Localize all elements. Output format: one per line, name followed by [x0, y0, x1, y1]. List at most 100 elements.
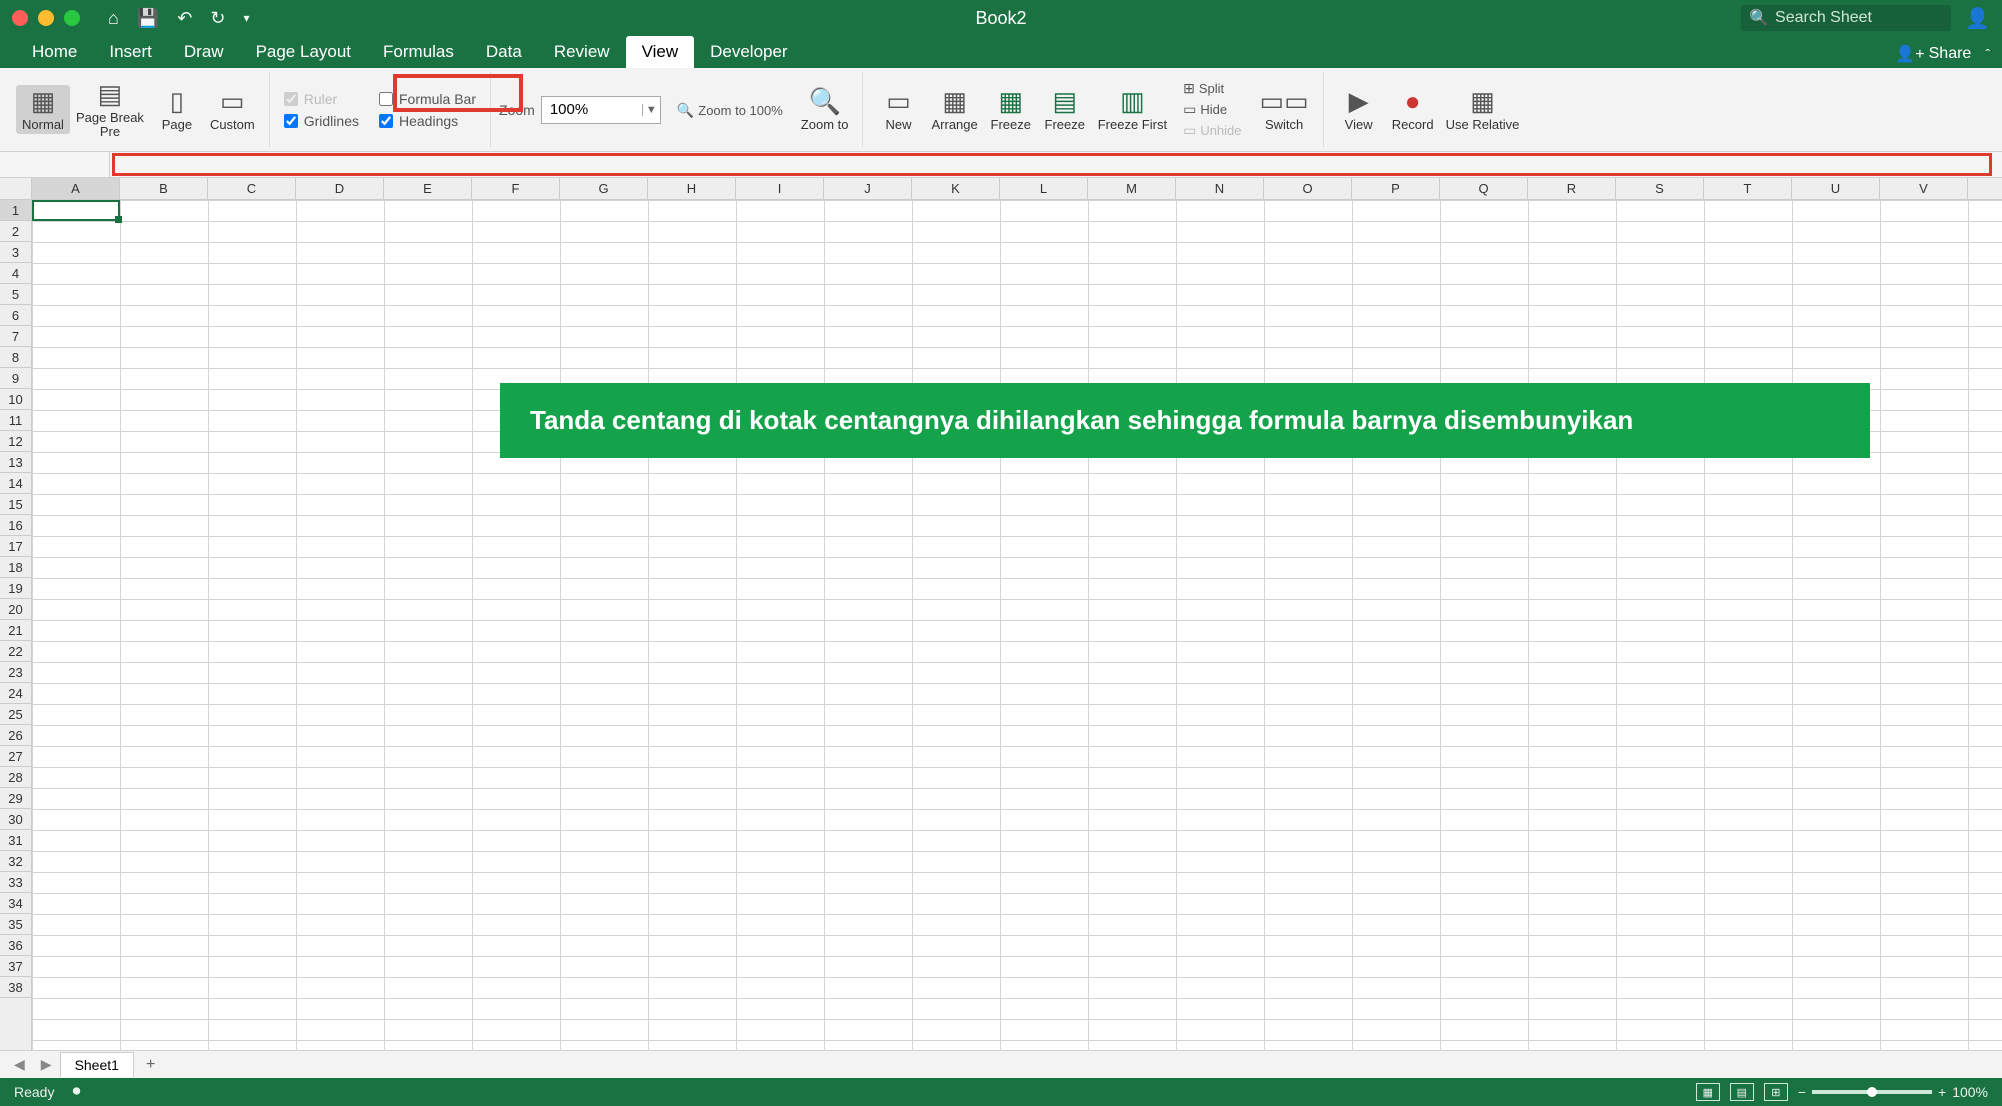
- macro-record-icon[interactable]: ⏺: [72, 1083, 80, 1101]
- col-header[interactable]: U: [1792, 178, 1880, 199]
- row-header[interactable]: 34: [0, 893, 31, 914]
- hide-button[interactable]: ▭Hide: [1179, 100, 1245, 119]
- row-header[interactable]: 1: [0, 200, 31, 221]
- view-page-break-icon[interactable]: ⊞: [1764, 1083, 1788, 1101]
- new-window-button[interactable]: ▭ New: [871, 85, 925, 134]
- gridlines-checkbox[interactable]: Gridlines: [278, 111, 365, 131]
- page-layout-button[interactable]: ▯ Page: [150, 85, 204, 134]
- col-header[interactable]: C: [208, 178, 296, 199]
- zoom-slider[interactable]: [1812, 1090, 1932, 1094]
- save-icon[interactable]: 💾: [137, 8, 159, 29]
- zoom-to-selection-button[interactable]: 🔍 Zoom to: [795, 85, 855, 134]
- row-header[interactable]: 38: [0, 977, 31, 998]
- row-header[interactable]: 17: [0, 536, 31, 557]
- record-macro-button[interactable]: ● Record: [1386, 85, 1440, 134]
- row-header[interactable]: 3: [0, 242, 31, 263]
- zoom-level[interactable]: 100%: [1952, 1084, 1988, 1100]
- select-all-corner[interactable]: [0, 178, 32, 199]
- view-page-layout-icon[interactable]: ▤: [1730, 1083, 1754, 1101]
- arrange-all-button[interactable]: ▦ Arrange: [925, 85, 983, 134]
- row-header[interactable]: 29: [0, 788, 31, 809]
- col-header[interactable]: P: [1352, 178, 1440, 199]
- row-header[interactable]: 32: [0, 851, 31, 872]
- freeze-first-col-button[interactable]: ▥ Freeze First: [1092, 85, 1173, 134]
- sheet-nav-prev[interactable]: ◀: [6, 1056, 33, 1073]
- col-header[interactable]: D: [296, 178, 384, 199]
- zoom-100-button[interactable]: 🔍 Zoom to 100%: [673, 101, 787, 120]
- active-cell[interactable]: [32, 200, 120, 221]
- row-header[interactable]: 14: [0, 473, 31, 494]
- tab-review[interactable]: Review: [538, 36, 626, 68]
- tab-view[interactable]: View: [626, 36, 695, 68]
- maximize-window-button[interactable]: [64, 10, 80, 26]
- row-header[interactable]: 20: [0, 599, 31, 620]
- col-header[interactable]: N: [1176, 178, 1264, 199]
- spreadsheet-grid[interactable]: A B C D E F G H I J K L M N O P Q R S T …: [0, 178, 2002, 1050]
- headings-checkbox[interactable]: Headings: [373, 111, 482, 131]
- col-header[interactable]: V: [1880, 178, 1968, 199]
- row-header[interactable]: 5: [0, 284, 31, 305]
- row-header[interactable]: 7: [0, 326, 31, 347]
- tab-developer[interactable]: Developer: [694, 36, 804, 68]
- switch-windows-button[interactable]: ▭▭ Switch: [1254, 85, 1315, 134]
- row-header[interactable]: 15: [0, 494, 31, 515]
- redo-icon[interactable]: ↻: [210, 8, 225, 29]
- row-header[interactable]: 22: [0, 641, 31, 662]
- cells-area[interactable]: [32, 200, 2002, 1050]
- undo-icon[interactable]: ↶: [177, 8, 192, 29]
- col-header[interactable]: R: [1528, 178, 1616, 199]
- page-break-preview-button[interactable]: ▤ Page Break Pre: [70, 78, 150, 141]
- col-header[interactable]: E: [384, 178, 472, 199]
- row-header[interactable]: 25: [0, 704, 31, 725]
- col-header[interactable]: H: [648, 178, 736, 199]
- col-header[interactable]: G: [560, 178, 648, 199]
- row-header[interactable]: 6: [0, 305, 31, 326]
- zoom-combobox[interactable]: 100% ▼: [541, 96, 661, 124]
- row-header[interactable]: 8: [0, 347, 31, 368]
- row-header[interactable]: 28: [0, 767, 31, 788]
- row-header[interactable]: 18: [0, 557, 31, 578]
- normal-view-button[interactable]: ▦ Normal: [16, 85, 70, 134]
- view-normal-icon[interactable]: ▦: [1696, 1083, 1720, 1101]
- unhide-button[interactable]: ▭Unhide: [1179, 121, 1245, 140]
- chevron-down-icon[interactable]: ▼: [642, 104, 660, 116]
- tab-data[interactable]: Data: [470, 36, 538, 68]
- col-header[interactable]: F: [472, 178, 560, 199]
- row-header[interactable]: 30: [0, 809, 31, 830]
- search-sheet-box[interactable]: 🔍: [1741, 5, 1951, 31]
- row-header[interactable]: 31: [0, 830, 31, 851]
- freeze-top-row-button[interactable]: ▤ Freeze: [1038, 85, 1092, 134]
- row-header[interactable]: 11: [0, 410, 31, 431]
- sheet-tab[interactable]: Sheet1: [60, 1052, 134, 1077]
- row-header[interactable]: 19: [0, 578, 31, 599]
- formula-bar-checkbox[interactable]: Formula Bar: [373, 89, 482, 109]
- col-header[interactable]: J: [824, 178, 912, 199]
- col-header[interactable]: I: [736, 178, 824, 199]
- row-header[interactable]: 36: [0, 935, 31, 956]
- tab-draw[interactable]: Draw: [168, 36, 240, 68]
- col-header[interactable]: S: [1616, 178, 1704, 199]
- row-header[interactable]: 16: [0, 515, 31, 536]
- row-header[interactable]: 13: [0, 452, 31, 473]
- user-account-icon[interactable]: 👤: [1965, 6, 1990, 31]
- row-header[interactable]: 35: [0, 914, 31, 935]
- freeze-panes-button[interactable]: ▦ Freeze: [984, 85, 1038, 134]
- home-icon[interactable]: ⌂: [108, 8, 119, 29]
- custom-views-button[interactable]: ▭ Custom: [204, 85, 261, 134]
- row-header[interactable]: 37: [0, 956, 31, 977]
- zoom-out-button[interactable]: −: [1798, 1084, 1806, 1100]
- sheet-nav-next[interactable]: ▶: [33, 1056, 60, 1073]
- tab-formulas[interactable]: Formulas: [367, 36, 470, 68]
- add-sheet-button[interactable]: +: [134, 1052, 167, 1078]
- tab-insert[interactable]: Insert: [93, 36, 168, 68]
- col-header[interactable]: Q: [1440, 178, 1528, 199]
- col-header[interactable]: B: [120, 178, 208, 199]
- row-header[interactable]: 21: [0, 620, 31, 641]
- fill-handle[interactable]: [115, 216, 122, 223]
- row-header[interactable]: 23: [0, 662, 31, 683]
- row-header[interactable]: 24: [0, 683, 31, 704]
- row-header[interactable]: 26: [0, 725, 31, 746]
- minimize-window-button[interactable]: [38, 10, 54, 26]
- row-header[interactable]: 10: [0, 389, 31, 410]
- view-macros-button[interactable]: ▶ View: [1332, 85, 1386, 134]
